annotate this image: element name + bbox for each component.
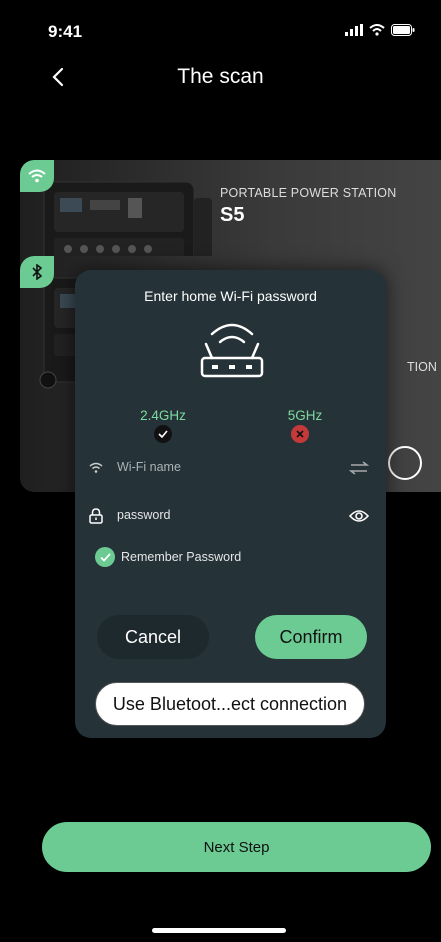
confirm-button[interactable]: Confirm — [255, 615, 367, 659]
wifi-name-field[interactable]: Wi-Fi name — [85, 456, 385, 480]
remember-password-checkbox[interactable] — [95, 547, 115, 567]
band-unsupported-cross-icon — [291, 425, 309, 443]
status-icons — [345, 24, 415, 36]
toggle-password-visibility[interactable] — [347, 506, 371, 526]
band-2-4ghz-label: 2.4GHz — [140, 408, 186, 423]
wifi-icon — [85, 458, 107, 478]
eye-icon — [349, 510, 369, 522]
check-icon — [99, 552, 111, 562]
device-model: S5 — [220, 204, 245, 226]
device-select-unchecked[interactable] — [388, 446, 422, 480]
swap-arrows-icon — [349, 461, 369, 475]
battery-icon — [391, 24, 415, 36]
wifi-icon — [28, 169, 46, 183]
password-input[interactable]: password — [117, 508, 171, 522]
cancel-button[interactable]: Cancel — [97, 615, 209, 659]
device-type: PORTABLE POWER STATION — [220, 186, 397, 200]
device-type: TION — [407, 360, 437, 374]
nav-bar: The scan — [0, 55, 441, 99]
wifi-connection-badge — [20, 160, 54, 192]
bluetooth-icon — [32, 264, 43, 280]
bluetooth-connection-button[interactable]: Use Bluetoot...ect connection — [95, 682, 365, 726]
wifi-status-icon — [369, 24, 385, 36]
remember-password-row[interactable]: Remember Password — [95, 546, 241, 568]
password-field[interactable]: password — [85, 504, 385, 528]
next-step-button[interactable]: Next Step — [42, 822, 431, 872]
remember-password-label: Remember Password — [121, 550, 242, 564]
wifi-name-input[interactable]: Wi-Fi name — [117, 460, 181, 474]
status-bar: 9:41 — [0, 0, 441, 50]
band-5ghz-label: 5GHz — [287, 408, 323, 423]
signal-icon — [345, 24, 363, 36]
bluetooth-connection-badge — [20, 256, 54, 288]
band-supported-check-icon — [154, 425, 172, 443]
router-icon — [200, 323, 264, 378]
switch-network-button[interactable] — [347, 458, 371, 478]
page-title: The scan — [177, 65, 264, 88]
dialog-title: Enter home Wi-Fi password — [144, 288, 317, 304]
status-time: 9:41 — [48, 22, 83, 41]
home-indicator — [152, 928, 286, 933]
lock-icon — [85, 506, 107, 526]
wifi-password-dialog: Enter home Wi-Fi password 2.4GHz 5GHz Wi… — [75, 270, 386, 738]
